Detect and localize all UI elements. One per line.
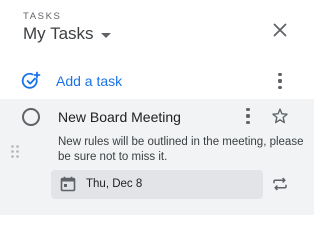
list-selector[interactable]: My Tasks [23,24,111,44]
due-date-chip[interactable]: Thu, Dec 8 [51,170,263,199]
close-icon [273,23,287,37]
task-notes[interactable]: New rules will be outlined in the meetin… [58,135,308,165]
repeat-button[interactable] [270,174,290,194]
task-item[interactable]: New Board Meeting New rules will be outl… [0,99,314,215]
list-options-button[interactable] [272,71,288,91]
close-button[interactable] [270,20,290,40]
repeat-icon [273,177,287,191]
more-vert-icon [278,73,282,89]
add-task-button[interactable]: Add a task [0,66,314,96]
task-options-button[interactable] [240,106,256,126]
calendar-icon [60,176,76,192]
tasks-panel: TASKS My Tasks Add a task New Board Meet… [0,0,314,215]
star-icon [272,108,288,124]
caret-down-icon [100,33,111,38]
more-vert-icon [246,108,250,124]
due-date-label: Thu, Dec 8 [86,178,143,190]
panel-eyebrow: TASKS [23,11,62,22]
star-button[interactable] [270,106,290,126]
list-title: My Tasks [23,24,94,43]
complete-task-checkbox[interactable] [22,108,40,126]
add-task-icon [21,71,41,89]
task-title[interactable]: New Board Meeting [58,109,181,125]
add-task-label: Add a task [56,73,123,89]
drag-handle-icon[interactable] [10,144,20,160]
